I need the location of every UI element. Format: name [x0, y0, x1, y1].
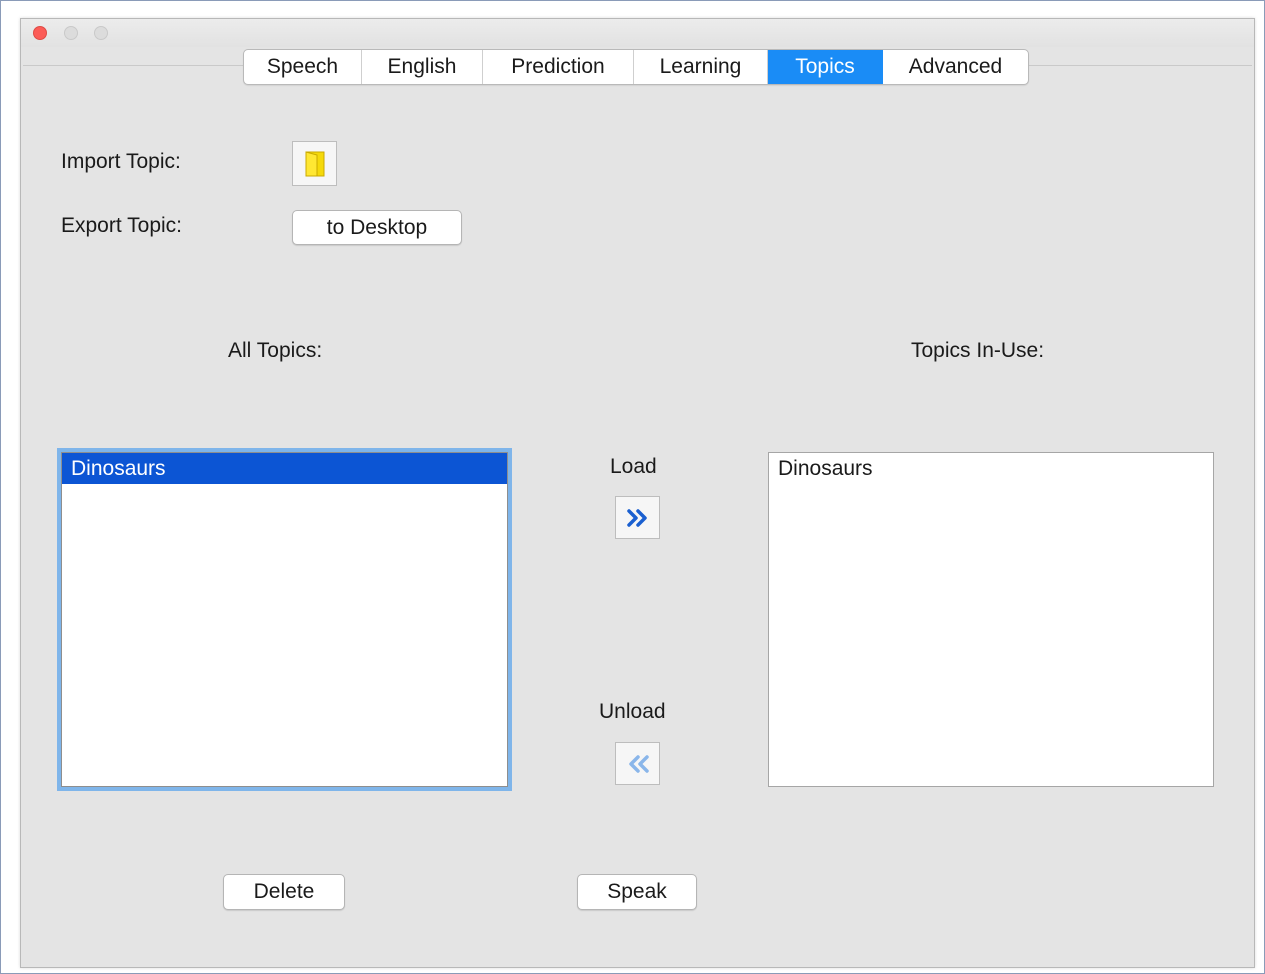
tab-advanced[interactable]: Advanced: [883, 50, 1028, 84]
unload-topic-button[interactable]: [615, 742, 660, 785]
load-label: Load: [610, 455, 657, 478]
topics-in-use-heading: Topics In-Use:: [911, 339, 1045, 362]
list-item[interactable]: Dinosaurs: [769, 453, 1213, 484]
topics-in-use-list[interactable]: Dinosaurs: [768, 452, 1214, 787]
screenshot-frame: Speech English Prediction Learning Topic…: [0, 0, 1265, 974]
double-chevron-left-icon: [628, 754, 649, 773]
tab-topics[interactable]: Topics: [768, 50, 883, 84]
tab-bar: Speech English Prediction Learning Topic…: [243, 49, 1029, 85]
list-item[interactable]: Dinosaurs: [62, 453, 507, 484]
folder-icon: [305, 150, 324, 176]
title-bar: [21, 19, 1254, 47]
all-topics-list[interactable]: Dinosaurs: [61, 452, 508, 787]
preferences-window: Speech English Prediction Learning Topic…: [20, 18, 1255, 968]
tab-learning[interactable]: Learning: [634, 50, 768, 84]
tab-prediction[interactable]: Prediction: [483, 50, 634, 84]
double-chevron-right-icon: [626, 508, 647, 527]
close-window-button[interactable]: [33, 26, 47, 40]
speak-button[interactable]: Speak: [577, 874, 697, 910]
tab-speech[interactable]: Speech: [244, 50, 362, 84]
zoom-window-button[interactable]: [94, 26, 108, 40]
import-topic-label: Import Topic:: [61, 150, 181, 173]
export-topic-label: Export Topic:: [61, 214, 183, 237]
export-to-desktop-button[interactable]: to Desktop: [292, 210, 462, 245]
load-topic-button[interactable]: [615, 496, 660, 539]
minimize-window-button[interactable]: [64, 26, 78, 40]
import-topic-button[interactable]: [292, 141, 337, 186]
all-topics-heading: All Topics:: [228, 339, 323, 362]
delete-button[interactable]: Delete: [223, 874, 345, 910]
unload-label: Unload: [599, 700, 666, 723]
tab-english[interactable]: English: [362, 50, 483, 84]
